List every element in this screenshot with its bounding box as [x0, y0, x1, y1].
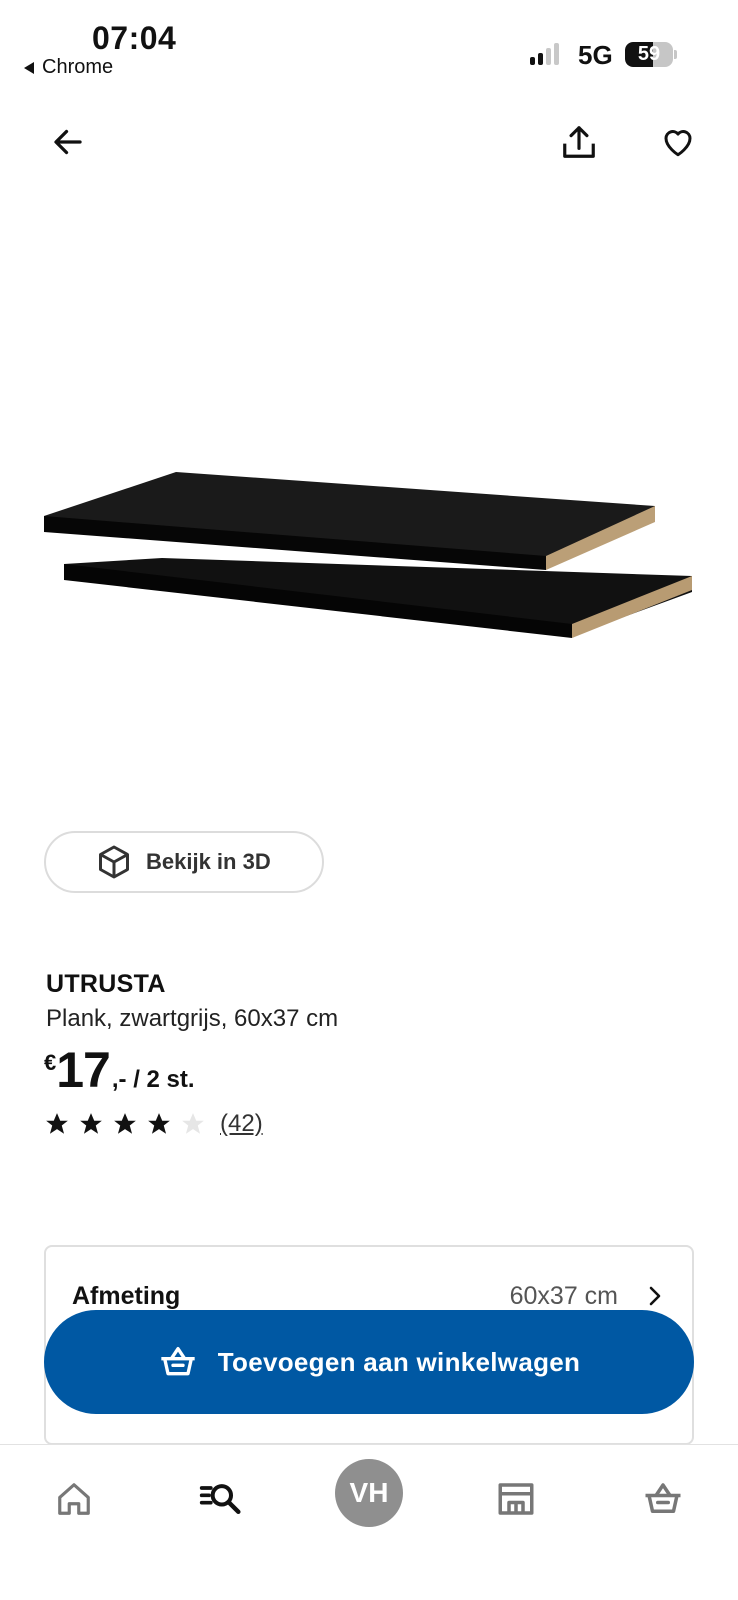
option-size-label: Afmeting	[72, 1281, 181, 1310]
nav-store[interactable]	[486, 1469, 546, 1529]
share-button[interactable]	[555, 118, 603, 166]
cube-3d-icon	[99, 845, 129, 879]
price-suffix: ,- / 2 st.	[111, 1066, 195, 1093]
price-amount: 17	[56, 1042, 111, 1098]
favorite-button[interactable]	[654, 118, 702, 166]
nav-cart[interactable]	[633, 1469, 693, 1529]
product-price: € 17 ,- / 2 st.	[44, 1042, 195, 1098]
star-empty-icon	[182, 1113, 204, 1134]
store-icon	[498, 1483, 534, 1515]
back-triangle-icon	[24, 61, 34, 74]
home-icon	[58, 1483, 90, 1515]
nav-home[interactable]	[44, 1469, 104, 1529]
nav-profile-avatar[interactable]: VH	[335, 1459, 403, 1527]
add-to-cart-label: Toevoegen aan winkelwagen	[217, 1346, 581, 1377]
basket-icon	[161, 1347, 195, 1376]
network-type: 5G	[578, 40, 613, 70]
battery-icon: 59	[625, 42, 673, 67]
star-filled-icon	[46, 1113, 68, 1134]
chevron-right-icon	[649, 1286, 661, 1306]
bottom-navigation: VH	[0, 1444, 738, 1600]
nav-search[interactable]	[190, 1469, 250, 1529]
price-currency: €	[44, 1050, 57, 1075]
add-to-cart-button[interactable]: Toevoegen aan winkelwagen	[44, 1310, 694, 1414]
review-count-link[interactable]: (42)	[220, 1110, 263, 1138]
status-bar: 07:04 Chrome 5G 59	[0, 0, 738, 88]
view-in-3d-label: Bekijk in 3D	[146, 849, 271, 874]
option-size-value: 60x37 cm	[509, 1281, 618, 1310]
star-filled-icon	[114, 1113, 136, 1134]
battery-level: 59	[637, 43, 661, 65]
product-rating[interactable]: (42)	[44, 1110, 263, 1138]
status-time: 07:04	[92, 20, 177, 56]
signal-strength-icon	[530, 43, 559, 65]
back-button[interactable]	[44, 118, 92, 166]
view-in-3d-button[interactable]: Bekijk in 3D	[44, 831, 324, 893]
star-filled-icon	[148, 1113, 170, 1134]
back-to-app-link[interactable]: Chrome	[24, 56, 113, 79]
battery-tip	[674, 50, 677, 59]
heart-icon	[664, 130, 692, 157]
back-app-label: Chrome	[42, 56, 114, 78]
product-name: UTRUSTA	[46, 970, 166, 998]
cart-icon	[645, 1483, 681, 1513]
search-icon	[199, 1484, 241, 1515]
arrow-left-icon	[54, 129, 82, 155]
share-icon	[563, 126, 595, 158]
star-filled-icon	[80, 1113, 102, 1134]
product-image[interactable]	[30, 440, 710, 680]
product-description: Plank, zwartgrijs, 60x37 cm	[46, 1005, 339, 1032]
